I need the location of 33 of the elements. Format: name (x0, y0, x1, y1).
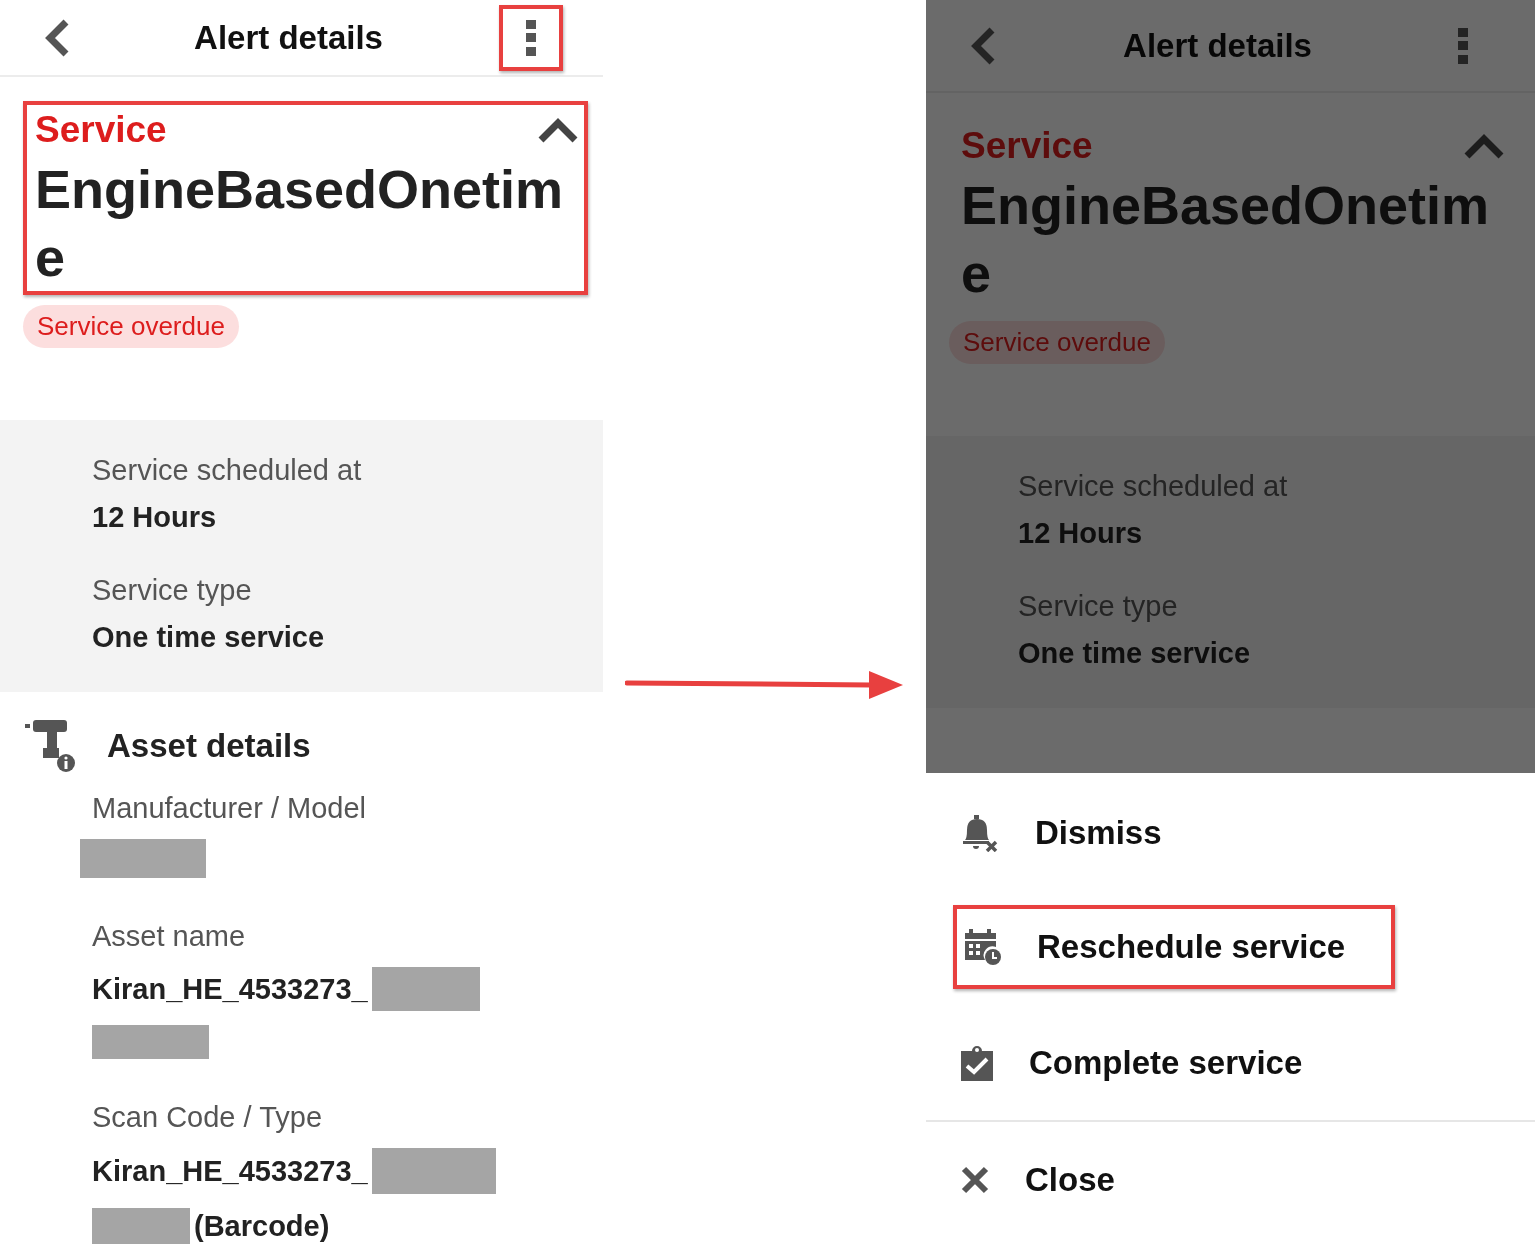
more-icon (1457, 27, 1469, 64)
status-badge: Service overdue (23, 305, 239, 348)
field-value: (Barcode) (194, 1209, 330, 1243)
menu-item[interactable]: Reschedule service (953, 905, 1395, 989)
calendar-clock-icon (965, 929, 1001, 965)
drill-icon (25, 720, 77, 772)
field-value: Kiran_HE_4533273_ (92, 972, 368, 1006)
collapse-icon[interactable] (538, 117, 578, 143)
status-badge: Service overdue (949, 321, 1165, 364)
field-label: Manufacturer / Model (92, 792, 367, 825)
field-value: Kiran_HE_4533273_ (92, 1154, 368, 1188)
close-icon (961, 1165, 989, 1194)
clipboard-check-icon (961, 1044, 993, 1081)
alert-name: EngineBasedOnetime (35, 158, 565, 289)
alert-name: EngineBasedOnetime (961, 174, 1491, 305)
field-label: Service type (1018, 590, 1179, 623)
more-button[interactable] (499, 4, 563, 71)
screen-title: Alert details (1123, 26, 1312, 65)
field-value: One time service (1018, 637, 1252, 670)
alert-category: Service (35, 109, 167, 151)
field-value: One time service (92, 621, 326, 654)
field-label: Scan Code / Type (92, 1101, 323, 1134)
field-label: Service type (92, 574, 253, 607)
bell-icon (961, 813, 999, 852)
field-value: 12 Hours (1018, 517, 1144, 550)
more-icon (525, 19, 537, 56)
field-label: Service scheduled at (1018, 470, 1289, 503)
field-value: 12 Hours (92, 501, 218, 534)
field-label: Asset name (92, 920, 247, 953)
alert-category: Service (961, 125, 1093, 167)
field-label: Service scheduled at (92, 454, 363, 487)
screen-title: Alert details (194, 18, 383, 57)
section-title: Asset details (107, 727, 311, 765)
